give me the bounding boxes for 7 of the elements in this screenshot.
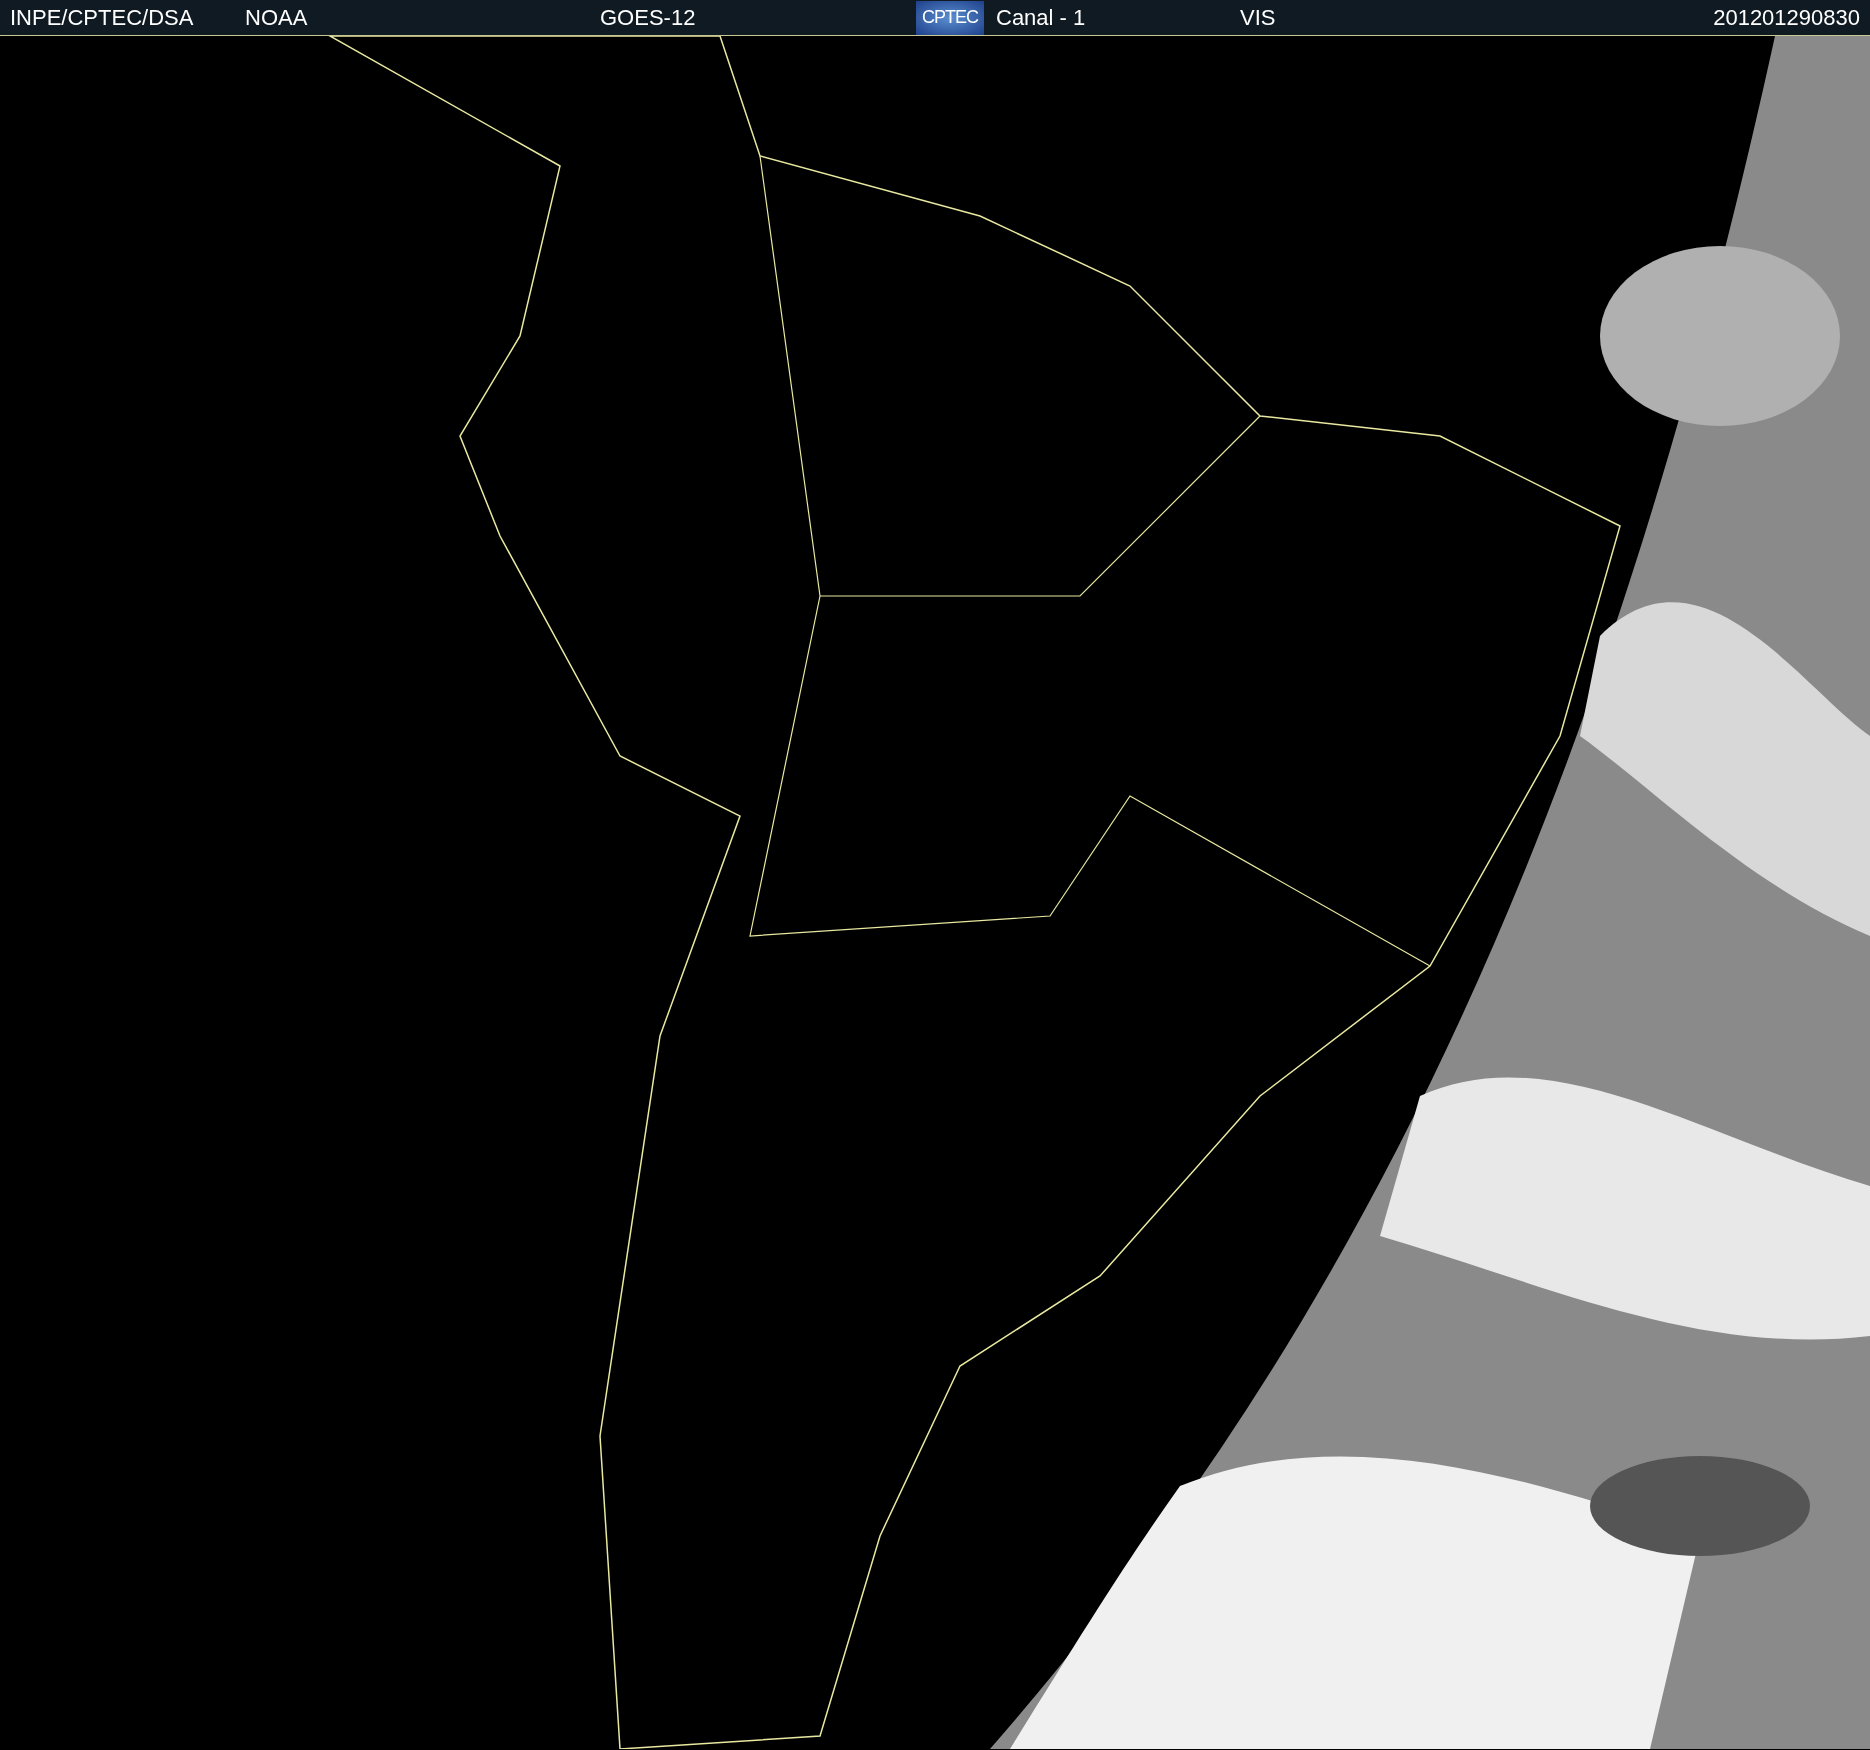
satellite-label: GOES-12 — [600, 4, 697, 31]
logo: CPTEC — [916, 0, 984, 35]
channel-label: Canal - 1 — [996, 4, 1087, 31]
band-label: VIS — [1240, 4, 1277, 31]
timestamp: 201201290830 — [1713, 4, 1860, 31]
source-label: INPE/CPTEC/DSA — [10, 4, 195, 31]
agency-label: NOAA — [245, 4, 309, 31]
